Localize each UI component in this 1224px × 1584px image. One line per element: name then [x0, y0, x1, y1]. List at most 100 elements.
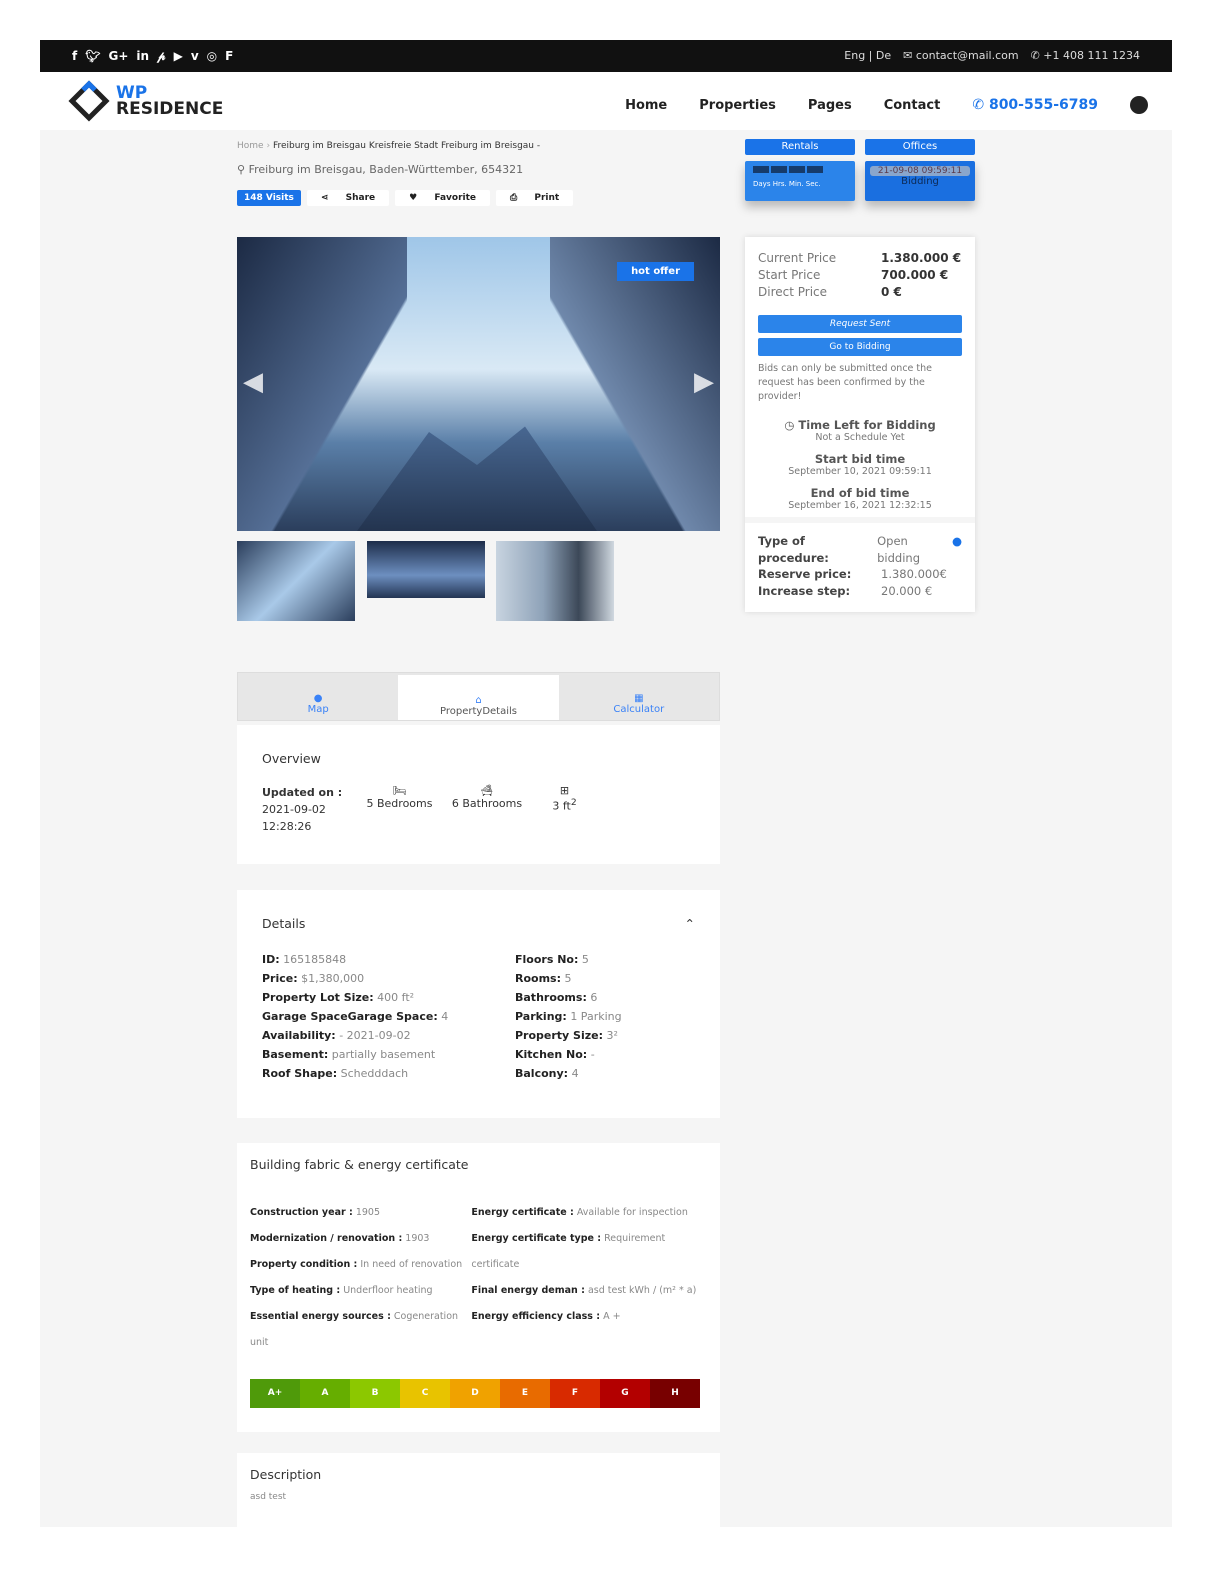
next-arrow-icon[interactable]: ▶ [694, 367, 714, 397]
updated-time: 12:28:26 [262, 820, 312, 833]
energy-item: Energy efficiency class : A + [471, 1304, 707, 1330]
nav-properties[interactable]: Properties [699, 98, 776, 113]
google-plus-icon[interactable]: G+ [108, 49, 128, 64]
energy-item: Type of heating : Underfloor heating [250, 1278, 471, 1304]
bidding-note: Bids can only be submitted once the requ… [758, 363, 933, 402]
user-account-icon[interactable] [1130, 96, 1148, 114]
detail-item: Parking: 1 Parking [515, 1007, 622, 1026]
energy-class-h: H [650, 1379, 700, 1408]
phone-link[interactable]: ✆ +1 408 111 1234 [1031, 49, 1140, 62]
twitter-icon[interactable]: 🐦︎ [85, 49, 100, 64]
energy-title: Building fabric & energy certificate [250, 1157, 469, 1172]
energy-class-scale: A+ A B C D E F G H [250, 1379, 700, 1408]
bath-icon: 🛁︎ [480, 784, 494, 797]
pinterest-icon[interactable]: 𝓅 [157, 49, 166, 64]
foursquare-icon[interactable]: F [225, 49, 233, 64]
request-sent-button[interactable]: Request Sent [758, 315, 962, 333]
nav-pages[interactable]: Pages [808, 98, 852, 113]
social-links: f 🐦︎ G+ in 𝓅 ▶ v ◎ F [72, 49, 233, 64]
property-gallery[interactable]: hot offer ◀ ▶ [237, 237, 720, 531]
price-label: Start Price [758, 268, 821, 282]
linkedin-icon[interactable]: in [136, 49, 149, 64]
price-row: Start Price 700.000 € [758, 267, 962, 284]
detail-item-label: Parking: [515, 1010, 567, 1023]
detail-item-value: partially basement [331, 1048, 436, 1061]
bathrooms: 6 Bathrooms [451, 797, 523, 810]
energy-item: Energy certificate type : Requirement ce… [471, 1226, 707, 1278]
description-title: Description [250, 1467, 322, 1482]
nav-home[interactable]: Home [625, 98, 667, 113]
detail-item-value: 1 Parking [570, 1010, 622, 1023]
energy-class-c: C [400, 1379, 450, 1408]
clock-icon: ◷ [784, 418, 799, 432]
language-switch[interactable]: Eng | De [844, 49, 891, 62]
reserve-price-value: 1.380.000€ [881, 567, 947, 581]
detail-item-value: - 2021-09-02 [339, 1029, 411, 1042]
property-tabs: ● Map ⌂ PropertyDetails ▦ Calculator [237, 672, 720, 721]
breadcrumb-home[interactable]: Home [237, 141, 264, 151]
details-title: Details [262, 916, 306, 931]
bed-icon: 🛏︎ [392, 784, 407, 797]
print-button[interactable]: ⎙ Print [496, 190, 574, 206]
address-text: Freiburg im Breisgau, Baden-Württember, … [248, 163, 524, 176]
share-button[interactable]: ⋖ Share [306, 190, 390, 206]
collapse-chevron-icon[interactable]: ⌃ [685, 916, 695, 931]
facebook-icon[interactable]: f [72, 49, 77, 64]
price-row: Current Price 1.380.000 € [758, 250, 962, 267]
detail-item-label: Property Lot Size: [262, 991, 374, 1004]
energy-item-label: Property condition : [250, 1259, 358, 1270]
updated-label: Updated on : [262, 786, 343, 799]
detail-item-value: 5 [564, 972, 572, 985]
tab-calculator[interactable]: ▦ Calculator [559, 673, 719, 720]
prev-arrow-icon[interactable]: ◀ [243, 367, 263, 397]
detail-item: Roof Shape: Schedddach [262, 1064, 515, 1083]
map-marker-icon: ● [313, 693, 323, 704]
detail-item: Rooms: 5 [515, 969, 622, 988]
top-bar: f 🐦︎ G+ in 𝓅 ▶ v ◎ F Eng | De ✉ contact@mail.com… [40, 40, 1172, 72]
bidding-card: Current Price 1.380.000 € Start Price 700.… [745, 237, 975, 612]
vimeo-icon[interactable]: v [191, 49, 199, 64]
breadcrumb-current: Freiburg im Breisgau Kreisfreie Stadt Fr… [272, 141, 541, 151]
countdown-box: Days Hrs. Min. Sec. [745, 161, 855, 201]
energy-class-b: B [350, 1379, 400, 1408]
gallery-thumbnail[interactable] [237, 541, 355, 621]
energy-class-g: G [600, 1379, 650, 1408]
detail-item-value: $1,380,000 [301, 972, 365, 985]
nav-contact[interactable]: Contact [884, 98, 941, 113]
price-label: Current Price [758, 251, 837, 265]
reserve-price-label: Reserve price: [758, 567, 852, 581]
mail-icon: ✉ [903, 49, 916, 62]
detail-item-value: 5 [581, 953, 589, 966]
bidding-status: Bidding [901, 176, 939, 187]
gallery-thumbnail[interactable] [496, 541, 614, 621]
tab-label: Calculator [613, 704, 665, 715]
start-bid-value: September 10, 2021 09:59:11 [788, 466, 932, 477]
header-phone[interactable]: ✆ 800-555-6789 [972, 97, 1098, 113]
info-icon[interactable]: ● [952, 533, 962, 566]
tab-rentals[interactable]: Rentals [745, 139, 855, 155]
favorite-button[interactable]: ♥ Favorite [395, 190, 491, 206]
instagram-icon[interactable]: ◎ [207, 49, 217, 64]
energy-item-label: Energy certificate : [471, 1207, 574, 1218]
time-left-title: Time Left for Bidding [798, 418, 936, 432]
detail-item: Property Size: 3² [515, 1026, 622, 1045]
logo[interactable]: WP RESIDENCE [68, 80, 223, 122]
details-panel: Details ⌃ ID: 165185848 Price: $1,380,000 P… [237, 890, 720, 1118]
energy-item: Essential energy sources : Cogeneration … [250, 1304, 471, 1356]
end-bid-value: September 16, 2021 12:32:15 [788, 500, 932, 511]
description-panel: Description asd test [237, 1453, 720, 1527]
tab-offices[interactable]: Offices [865, 139, 975, 155]
gallery-thumbnail[interactable] [367, 541, 485, 598]
tab-property-details[interactable]: ⌂ PropertyDetails [398, 675, 559, 720]
email-link[interactable]: ✉ contact@mail.com [903, 49, 1018, 62]
go-to-bidding-button[interactable]: Go to Bidding [758, 338, 962, 356]
updated-date: 2021-09-02 [262, 803, 326, 816]
tab-map[interactable]: ● Map [238, 673, 398, 720]
bedrooms: 5 Bedrooms [366, 797, 433, 810]
detail-item-label: Availability: [262, 1029, 336, 1042]
detail-item: Floors No: 5 [515, 950, 622, 969]
end-bid-title: End of bid time [810, 486, 910, 500]
energy-item: Modernization / renovation : 1903 [250, 1226, 471, 1252]
youtube-icon[interactable]: ▶ [174, 49, 183, 64]
heart-icon: ♥ [402, 190, 428, 206]
